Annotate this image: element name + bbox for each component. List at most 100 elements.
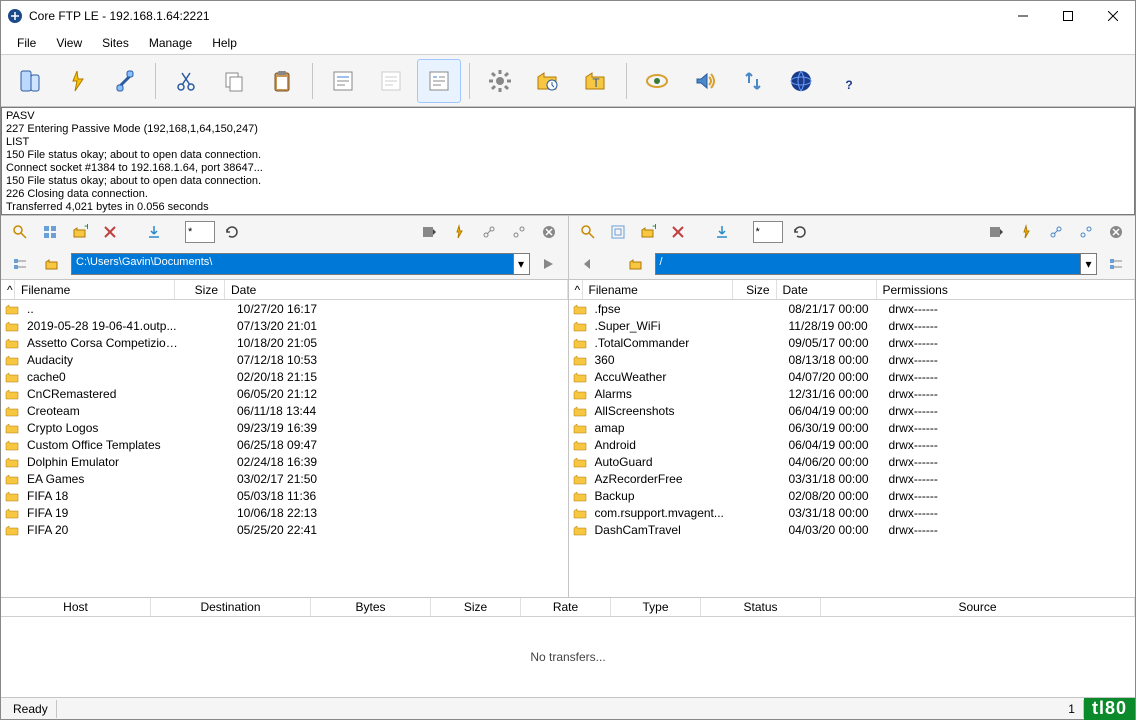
link-button[interactable] (1043, 219, 1069, 245)
menu-sites[interactable]: Sites (92, 32, 139, 54)
table-row[interactable]: Audacity07/12/18 10:53 (1, 351, 568, 368)
table-row[interactable]: 36008/13/18 00:00drwx------ (569, 351, 1136, 368)
table-row[interactable]: Dolphin Emulator02/24/18 16:39 (1, 453, 568, 470)
mode-button[interactable] (983, 219, 1009, 245)
filename-col[interactable]: Filename (15, 280, 175, 299)
paste-button[interactable] (260, 59, 304, 103)
menu-file[interactable]: File (7, 32, 46, 54)
table-row[interactable]: Backup02/08/20 00:00drwx------ (569, 487, 1136, 504)
transfer-body[interactable]: No transfers... (1, 617, 1135, 697)
menu-help[interactable]: Help (202, 32, 247, 54)
tree-button[interactable] (1103, 251, 1129, 277)
up-button[interactable] (39, 251, 65, 277)
filter-input[interactable] (185, 221, 215, 243)
table-row[interactable]: amap06/30/19 00:00drwx------ (569, 419, 1136, 436)
table-row[interactable]: Custom Office Templates06/25/18 09:47 (1, 436, 568, 453)
chevron-down-icon[interactable]: ▾ (513, 254, 529, 274)
table-row[interactable]: com.rsupport.mvagent...03/31/18 00:00drw… (569, 504, 1136, 521)
log-lines-button[interactable] (369, 59, 413, 103)
table-row[interactable]: .fpse08/21/17 00:00drwx------ (569, 300, 1136, 317)
maximize-button[interactable] (1045, 1, 1090, 31)
log-button[interactable] (321, 59, 365, 103)
table-row[interactable]: FIFA 2005/25/20 22:41 (1, 521, 568, 538)
table-row[interactable]: Android06/04/19 00:00drwx------ (569, 436, 1136, 453)
download-button[interactable] (141, 219, 167, 245)
refresh-button[interactable] (787, 219, 813, 245)
menu-view[interactable]: View (46, 32, 92, 54)
size-col[interactable]: Size (431, 598, 521, 616)
left-path-combo[interactable]: C:\Users\Gavin\Documents\ ▾ (71, 253, 530, 275)
table-row[interactable]: AllScreenshots06/04/19 00:00drwx------ (569, 402, 1136, 419)
select-button[interactable] (37, 219, 63, 245)
status-col[interactable]: Status (701, 598, 821, 616)
left-file-list[interactable]: ^ Filename Size Date ..10/27/20 16:17201… (1, 280, 568, 597)
globe-button[interactable] (779, 59, 823, 103)
delete-button[interactable] (97, 219, 123, 245)
stop-button[interactable] (1103, 219, 1129, 245)
upload-button[interactable] (709, 219, 735, 245)
size-col[interactable]: Size (733, 280, 777, 299)
table-row[interactable]: Crypto Logos09/23/19 16:39 (1, 419, 568, 436)
log-area[interactable]: PASV 227 Entering Passive Mode (192,168,… (1, 107, 1135, 215)
action-button[interactable] (1013, 219, 1039, 245)
table-row[interactable]: 2019-05-28 19-06-41.outp...07/13/20 21:0… (1, 317, 568, 334)
icon-col[interactable]: ^ (1, 280, 15, 299)
chevron-down-icon[interactable]: ▾ (1080, 254, 1096, 274)
dest-col[interactable]: Destination (151, 598, 311, 616)
perm-col[interactable]: Permissions (877, 280, 1136, 299)
date-col[interactable]: Date (225, 280, 568, 299)
sites-button[interactable] (7, 59, 51, 103)
table-row[interactable]: Assetto Corsa Competizione10/18/20 21:05 (1, 334, 568, 351)
help-button[interactable]: ? (827, 59, 871, 103)
menu-manage[interactable]: Manage (139, 32, 202, 54)
new-folder-button[interactable]: + (635, 219, 661, 245)
table-row[interactable]: DashCamTravel04/03/20 00:00drwx------ (569, 521, 1136, 538)
cut-button[interactable] (164, 59, 208, 103)
unlink-button[interactable] (1073, 219, 1099, 245)
table-row[interactable]: AutoGuard04/06/20 00:00drwx------ (569, 453, 1136, 470)
sound-button[interactable] (683, 59, 727, 103)
settings-button[interactable] (478, 59, 522, 103)
table-row[interactable]: AccuWeather04/07/20 00:00drwx------ (569, 368, 1136, 385)
filter-input[interactable] (753, 221, 783, 243)
refresh-button[interactable] (219, 219, 245, 245)
select-button[interactable] (605, 219, 631, 245)
back-button[interactable] (575, 251, 601, 277)
bytes-col[interactable]: Bytes (311, 598, 431, 616)
table-row[interactable]: .Super_WiFi11/28/19 00:00drwx------ (569, 317, 1136, 334)
filename-col[interactable]: Filename (583, 280, 733, 299)
minimize-button[interactable] (1000, 1, 1045, 31)
link-button[interactable] (476, 219, 502, 245)
mode-button[interactable] (416, 219, 442, 245)
search-button[interactable] (575, 219, 601, 245)
log-detail-button[interactable] (417, 59, 461, 103)
table-row[interactable]: CnCRemastered06/05/20 21:12 (1, 385, 568, 402)
table-row[interactable]: EA Games03/02/17 21:50 (1, 470, 568, 487)
table-row[interactable]: Alarms12/31/16 00:00drwx------ (569, 385, 1136, 402)
left-path-text[interactable]: C:\Users\Gavin\Documents\ (72, 254, 513, 274)
right-path-text[interactable]: / (656, 254, 1081, 274)
right-path-combo[interactable]: / ▾ (655, 253, 1098, 275)
date-col[interactable]: Date (777, 280, 877, 299)
size-col[interactable]: Size (175, 280, 225, 299)
action-button[interactable] (446, 219, 472, 245)
tree-button[interactable] (7, 251, 33, 277)
up-button[interactable] (623, 251, 649, 277)
host-col[interactable]: Host (1, 598, 151, 616)
schedule-button[interactable] (526, 59, 570, 103)
table-row[interactable]: FIFA 1910/06/18 22:13 (1, 504, 568, 521)
close-button[interactable] (1090, 1, 1135, 31)
table-row[interactable]: Creoteam06/11/18 13:44 (1, 402, 568, 419)
type-col[interactable]: Type (611, 598, 701, 616)
rate-col[interactable]: Rate (521, 598, 611, 616)
icon-col[interactable]: ^ (569, 280, 583, 299)
templates-button[interactable]: T (574, 59, 618, 103)
compare-button[interactable] (731, 59, 775, 103)
stop-button[interactable] (536, 219, 562, 245)
table-row[interactable]: AzRecorderFree03/31/18 00:00drwx------ (569, 470, 1136, 487)
delete-button[interactable] (665, 219, 691, 245)
view-button[interactable] (635, 59, 679, 103)
search-button[interactable] (7, 219, 33, 245)
table-row[interactable]: cache002/20/18 21:15 (1, 368, 568, 385)
disconnect-button[interactable] (103, 59, 147, 103)
